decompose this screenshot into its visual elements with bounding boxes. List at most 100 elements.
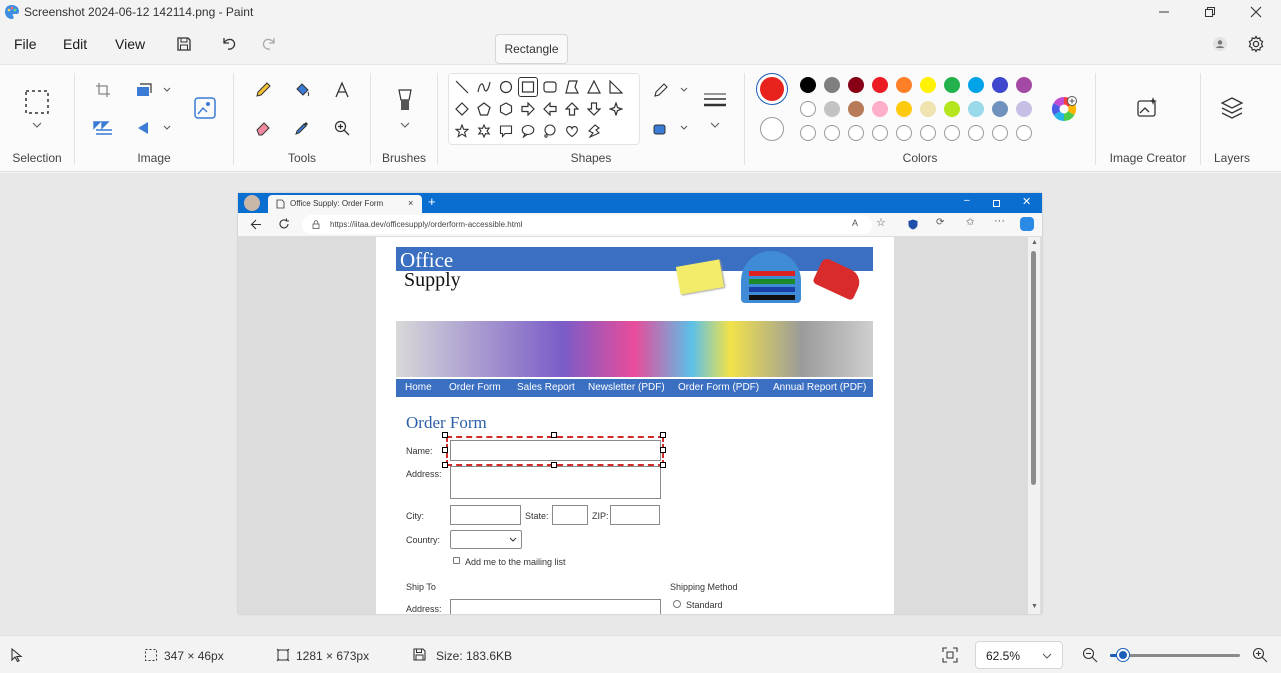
close-button[interactable] xyxy=(1233,0,1279,24)
color-swatch[interactable] xyxy=(992,77,1008,93)
custom-color-slot[interactable] xyxy=(920,125,936,141)
fill-style-button[interactable] xyxy=(650,117,690,139)
brushes-button[interactable] xyxy=(392,87,418,115)
shape-rounded-rectangle[interactable] xyxy=(540,77,560,97)
shape-line[interactable] xyxy=(452,77,472,97)
resize-handle-nw[interactable] xyxy=(442,432,448,438)
custom-color-slot[interactable] xyxy=(848,125,864,141)
scroll-thumb[interactable] xyxy=(1031,251,1036,485)
canvas-area[interactable]: Office Supply: Order Form × + – ✕ https:… xyxy=(0,173,1281,635)
custom-color-slot[interactable] xyxy=(968,125,984,141)
resize-handle-se[interactable] xyxy=(660,462,666,468)
resize-handle-n[interactable] xyxy=(551,432,557,438)
color-swatch[interactable] xyxy=(824,77,840,93)
shape-down-arrow[interactable] xyxy=(584,99,604,119)
restore-button[interactable] xyxy=(1187,0,1233,24)
account-button[interactable] xyxy=(1208,32,1232,56)
primary-color-button[interactable] xyxy=(756,73,788,105)
shape-heart[interactable] xyxy=(562,121,582,141)
image-dropdown-button[interactable] xyxy=(192,95,218,121)
color-swatch[interactable] xyxy=(824,101,840,117)
zoom-slider[interactable] xyxy=(1110,648,1240,662)
save-button[interactable] xyxy=(172,32,196,56)
shape-hexagon[interactable] xyxy=(496,99,516,119)
color-swatch[interactable] xyxy=(944,77,960,93)
menu-edit[interactable]: Edit xyxy=(63,36,87,52)
color-swatch[interactable] xyxy=(872,77,888,93)
resize-button[interactable] xyxy=(133,79,173,101)
fit-to-window-button[interactable] xyxy=(940,645,960,665)
shape-rectangle-selected[interactable] xyxy=(518,77,538,97)
secondary-color-button[interactable] xyxy=(760,117,784,141)
color-swatch[interactable] xyxy=(1016,101,1032,117)
color-swatch[interactable] xyxy=(968,77,984,93)
brushes-dropdown[interactable] xyxy=(398,119,412,131)
zoom-out-button[interactable] xyxy=(1080,645,1100,665)
color-swatch[interactable] xyxy=(896,101,912,117)
color-swatch[interactable] xyxy=(800,101,816,117)
redo-button[interactable] xyxy=(257,32,281,56)
custom-color-slot[interactable] xyxy=(944,125,960,141)
fill-tool[interactable] xyxy=(291,79,313,101)
magnifier-tool[interactable] xyxy=(331,117,353,139)
country-select[interactable] xyxy=(450,530,522,549)
color-swatch[interactable] xyxy=(944,101,960,117)
stroke-size-dropdown[interactable] xyxy=(708,119,722,131)
shape-oval-callout[interactable] xyxy=(518,121,538,141)
standard-radio[interactable] xyxy=(673,600,681,608)
rotate-button[interactable] xyxy=(133,117,173,139)
resize-handle-s[interactable] xyxy=(551,462,557,468)
shape-oval[interactable] xyxy=(496,77,516,97)
zoom-slider-thumb[interactable] xyxy=(1117,649,1129,661)
custom-color-slot[interactable] xyxy=(800,125,816,141)
selection-tool[interactable] xyxy=(22,87,52,117)
select-all-button[interactable] xyxy=(92,117,114,139)
browser-scrollbar[interactable]: ▲ ▼ xyxy=(1028,237,1040,614)
state-input[interactable] xyxy=(552,505,588,525)
edit-colors-button[interactable] xyxy=(1048,93,1080,125)
nav-sales-report[interactable]: Sales Report xyxy=(517,382,575,393)
shape-diamond[interactable] xyxy=(452,99,472,119)
color-swatch[interactable] xyxy=(1016,77,1032,93)
layers-button[interactable] xyxy=(1218,95,1246,121)
custom-color-slot[interactable] xyxy=(1016,125,1032,141)
shape-triangle[interactable] xyxy=(584,77,604,97)
shape-curve[interactable] xyxy=(474,77,494,97)
custom-color-slot[interactable] xyxy=(992,125,1008,141)
nav-home[interactable]: Home xyxy=(405,382,432,393)
shape-five-point-star[interactable] xyxy=(452,121,472,141)
color-swatch[interactable] xyxy=(968,101,984,117)
color-swatch[interactable] xyxy=(920,77,936,93)
shape-left-arrow[interactable] xyxy=(540,99,560,119)
zoom-select[interactable]: 62.5% xyxy=(975,641,1063,669)
address-textarea[interactable] xyxy=(450,466,661,499)
settings-button[interactable] xyxy=(1244,32,1268,56)
mailing-list-checkbox[interactable] xyxy=(453,557,460,564)
ship-address-input[interactable] xyxy=(450,599,661,614)
nav-order-form-pdf[interactable]: Order Form (PDF) xyxy=(678,382,759,393)
shape-right-arrow[interactable] xyxy=(518,99,538,119)
image-canvas[interactable]: Office Supply: Order Form × + – ✕ https:… xyxy=(238,193,1042,614)
color-swatch[interactable] xyxy=(800,77,816,93)
undo-button[interactable] xyxy=(217,32,241,56)
minimize-button[interactable] xyxy=(1141,0,1187,24)
shape-four-point-star[interactable] xyxy=(606,99,626,119)
resize-handle-ne[interactable] xyxy=(660,432,666,438)
custom-color-slot[interactable] xyxy=(896,125,912,141)
nav-newsletter[interactable]: Newsletter (PDF) xyxy=(588,382,665,393)
shape-lightning[interactable] xyxy=(584,121,604,141)
nav-order-form[interactable]: Order Form xyxy=(449,382,501,393)
custom-color-slot[interactable] xyxy=(824,125,840,141)
color-picker-tool[interactable] xyxy=(291,117,313,139)
color-swatch[interactable] xyxy=(848,101,864,117)
city-input[interactable] xyxy=(450,505,521,525)
shape-polygon[interactable] xyxy=(562,77,582,97)
color-swatch[interactable] xyxy=(848,77,864,93)
resize-handle-w[interactable] xyxy=(442,447,448,453)
shape-rect-callout[interactable] xyxy=(496,121,516,141)
outline-button[interactable] xyxy=(650,79,690,101)
shape-six-point-star[interactable] xyxy=(474,121,494,141)
shape-pentagon[interactable] xyxy=(474,99,494,119)
color-swatch[interactable] xyxy=(920,101,936,117)
shape-cloud-callout[interactable] xyxy=(540,121,560,141)
